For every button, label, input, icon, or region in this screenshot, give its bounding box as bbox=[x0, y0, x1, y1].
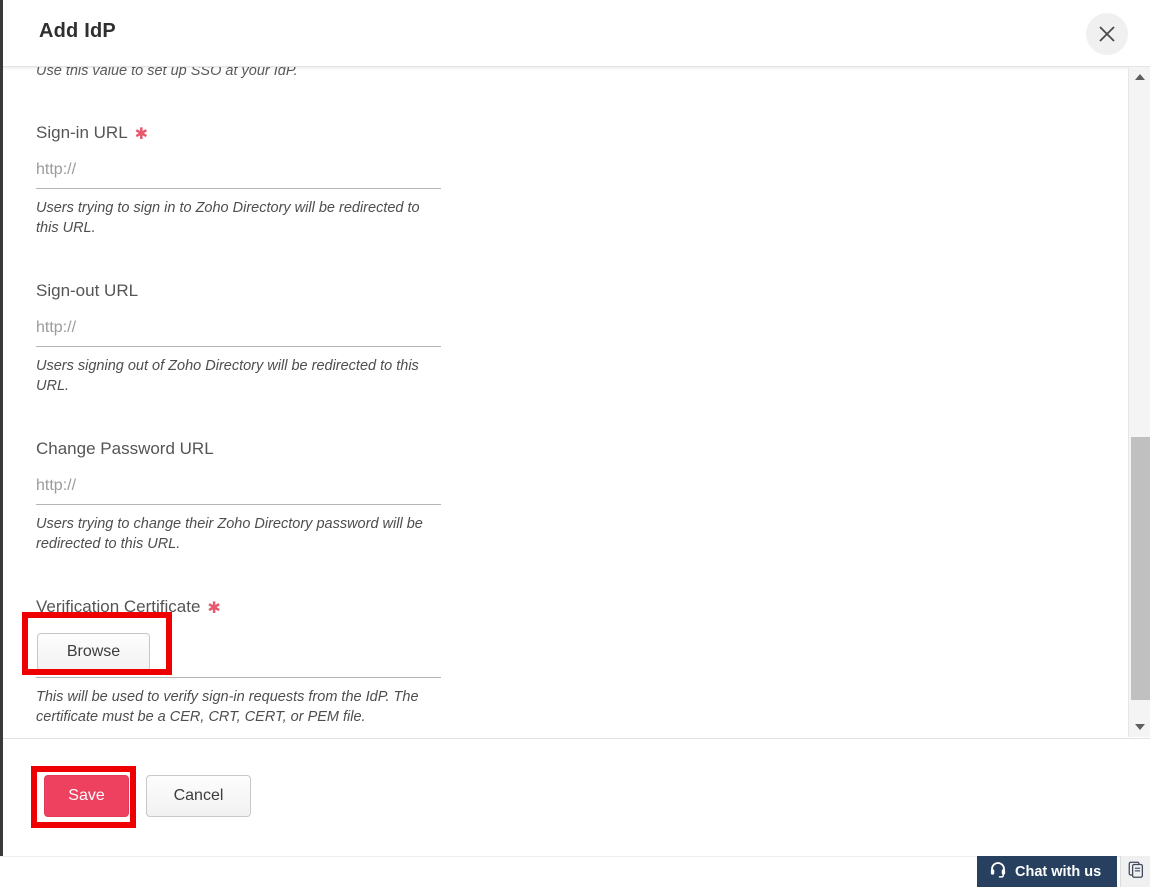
required-asterisk-icon: ✱ bbox=[134, 126, 149, 143]
vertical-scrollbar[interactable] bbox=[1128, 67, 1150, 737]
field-label-text: Verification Certificate bbox=[36, 597, 201, 616]
browse-button[interactable]: Browse bbox=[37, 633, 150, 671]
field-label-text: Sign-in URL bbox=[36, 123, 128, 142]
headset-icon bbox=[989, 860, 1007, 883]
required-asterisk-icon: ✱ bbox=[207, 600, 221, 617]
truncated-note: Use this value to set up SSO at your IdP… bbox=[36, 67, 298, 79]
field-label-text: Sign-out URL bbox=[36, 281, 139, 300]
field-verification-certificate: Verification Certificate ✱ Browse This w… bbox=[36, 597, 476, 727]
save-button[interactable]: Save bbox=[44, 775, 129, 817]
close-button[interactable] bbox=[1086, 13, 1128, 55]
chevron-up-icon bbox=[1134, 74, 1145, 80]
field-sign-out-url: Sign-out URL Users signing out of Zoho D… bbox=[36, 281, 476, 396]
field-change-password-url: Change Password URL Users trying to chan… bbox=[36, 439, 476, 554]
close-icon bbox=[1097, 24, 1117, 44]
field-label-text: Change Password URL bbox=[36, 439, 214, 458]
scrollbar-up-arrow[interactable] bbox=[1129, 67, 1150, 87]
chat-pages-button[interactable] bbox=[1120, 856, 1150, 887]
field-hint-verification-certificate: This will be used to verify sign-in requ… bbox=[36, 689, 419, 725]
dialog-body: Use this value to set up SSO at your IdP… bbox=[3, 67, 1128, 737]
field-label-sign-out-url: Sign-out URL bbox=[36, 281, 476, 301]
field-hint-sign-out-url: Users signing out of Zoho Directory will… bbox=[36, 358, 419, 394]
scrollbar-down-arrow[interactable] bbox=[1129, 717, 1150, 737]
field-label-sign-in-url: Sign-in URL ✱ bbox=[36, 123, 476, 143]
field-label-change-password-url: Change Password URL bbox=[36, 439, 476, 459]
field-hint-change-password-url: Users trying to change their Zoho Direct… bbox=[36, 516, 423, 552]
field-hint-sign-in-url: Users trying to sign in to Zoho Director… bbox=[36, 200, 420, 236]
chevron-down-icon bbox=[1134, 724, 1145, 730]
sign-in-url-input[interactable] bbox=[36, 155, 441, 189]
field-label-verification-certificate: Verification Certificate ✱ bbox=[36, 597, 476, 617]
sign-out-url-input[interactable] bbox=[36, 313, 441, 347]
chat-with-us-label: Chat with us bbox=[1015, 863, 1102, 880]
certificate-upload-row: Browse bbox=[36, 631, 441, 678]
copy-pages-icon bbox=[1127, 860, 1145, 883]
scrollbar-thumb[interactable] bbox=[1131, 437, 1150, 700]
chat-with-us-button[interactable]: Chat with us bbox=[977, 856, 1117, 887]
cancel-button[interactable]: Cancel bbox=[146, 775, 251, 817]
page-title: Add IdP bbox=[39, 20, 116, 42]
field-sign-in-url: Sign-in URL ✱ Users trying to sign in to… bbox=[36, 123, 476, 238]
idp-form: Use this value to set up SSO at your IdP… bbox=[36, 67, 476, 727]
add-idp-dialog: Add IdP Use this value to set up SSO at … bbox=[0, 0, 1150, 887]
dialog-footer: Save Cancel bbox=[3, 738, 1150, 858]
change-password-url-input[interactable] bbox=[36, 471, 441, 505]
dialog-header: Add IdP bbox=[3, 0, 1150, 67]
